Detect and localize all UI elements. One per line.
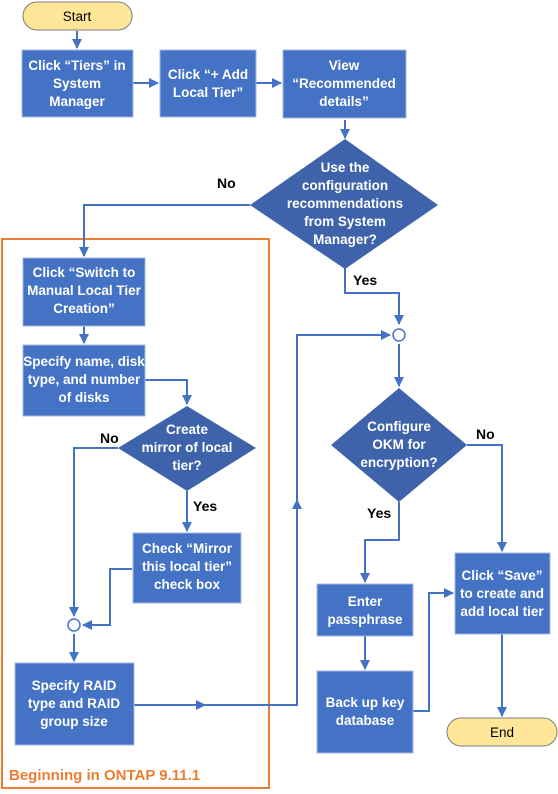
label-use-config-no: No [217,175,236,191]
process-switch-manual: Click “Switch to Manual Local Tier Creatio… [22,257,146,327]
decision-use-config: Use the configuration recommendations from … [250,139,438,269]
edge-check-merge [82,568,132,630]
svg-text:Click “Save”to create andadd l: Click “Save” to create and add local tier [460,568,544,619]
label-okm-yes: Yes [367,505,391,521]
ontap-region-label: Beginning in ONTAP 9.11.1 [9,767,200,784]
edge-mirror-no [69,447,118,617]
svg-text:Check “Mirrorthis local tier”c: Check “Mirror this local tier” check box [142,541,233,592]
process-click-tiers: Click “Tiers” in System Manager [21,49,134,118]
decision-configure-okm: Configure OKM for encryption? [331,388,467,502]
process-backup-key: Back up key database [316,670,414,754]
process-check-mirror: Check “Mirror this local tier” check box [132,532,242,604]
process-enter-passphrase: Enter passphrase [316,583,414,637]
start-label: Start [63,9,92,24]
label-mirror-yes: Yes [193,498,217,514]
merge-connector-right [392,328,406,342]
edge-specify-mirror [145,379,192,405]
label-mirror-no: No [100,430,119,446]
flowchart: Beginning in ONTAP 9.11.1 Start End Clic… [1,1,558,789]
label-use-config-yes: Yes [353,272,377,288]
process-specify-raid: Specify RAID type and RAID group size [14,662,135,746]
label-okm-no: No [476,426,495,442]
decision-create-mirror: Create mirror of local tier? [118,406,256,491]
process-view-recommended: View “Recommended details” [282,49,407,119]
end-label: End [490,725,514,740]
process-specify-name: Specify name, disk type, and number of dis… [22,344,146,417]
edge-decision-no [79,204,250,257]
merge-connector-left [67,618,81,632]
svg-text:Specify RAIDtype and RAIDgroup: Specify RAID type and RAID group size [28,678,121,729]
edge-okm-no [467,444,507,552]
edge-backup-save [413,588,454,712]
process-click-add: Click “+ Add Local Tier” [159,49,257,118]
process-click-save: Click “Save” to create and add local tier [454,552,551,635]
